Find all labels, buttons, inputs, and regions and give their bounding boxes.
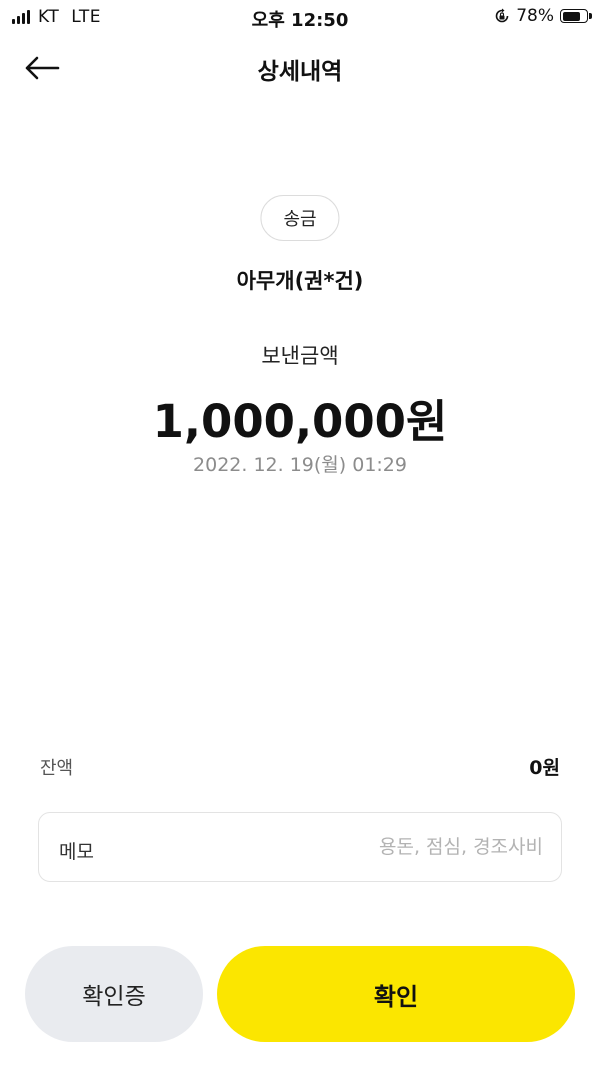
memo-label: 메모 bbox=[59, 841, 94, 863]
balance-label: 잔액 bbox=[40, 758, 74, 779]
transaction-datetime: 2022. 12. 19(월) 01:29 bbox=[193, 454, 407, 476]
page-title: 상세내역 bbox=[257, 59, 343, 85]
rotation-lock-icon bbox=[495, 8, 509, 23]
confirm-button[interactable]: 확인 bbox=[217, 946, 575, 1042]
transaction-type-badge: 송금 bbox=[260, 195, 340, 241]
memo-input[interactable] bbox=[223, 827, 543, 867]
memo-field[interactable]: 메모 bbox=[38, 812, 562, 882]
amount-label: 보낸금액 bbox=[261, 344, 339, 368]
battery-percent: 78% bbox=[516, 6, 554, 26]
battery-fill bbox=[562, 11, 581, 21]
amount-value: 1,000,000원 bbox=[152, 395, 448, 448]
balance-value: 0원 bbox=[529, 757, 560, 779]
recipient-name: 아무개(권*건) bbox=[236, 269, 364, 293]
status-right: 78% bbox=[494, 6, 592, 26]
header: 상세내역 bbox=[0, 34, 600, 100]
status-bar: KT LTE 오후 12:50 78% bbox=[0, 0, 600, 34]
receipt-button[interactable]: 확인증 bbox=[25, 946, 203, 1042]
battery-icon bbox=[560, 9, 592, 23]
